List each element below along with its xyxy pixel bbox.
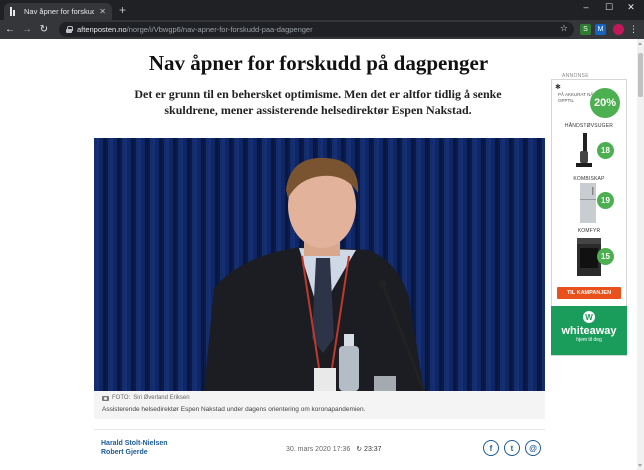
updated-icon: ↻ — [356, 446, 363, 453]
scroll-down-icon[interactable] — [638, 464, 642, 467]
extension-icon[interactable]: M — [595, 24, 606, 35]
site-favicon-icon — [10, 7, 19, 16]
product-label: KOMBISKAP — [573, 176, 605, 182]
profile-avatar[interactable] — [613, 24, 624, 35]
byline-bar: Harald Stolt-Nielsen Robert Gjerde 30. m… — [94, 429, 545, 465]
updated-time-value: 23:37 — [364, 446, 382, 453]
url-host: aftenposten.no — [77, 25, 127, 34]
url-path: /norge/i/Vbwgp6/nav-apner-for-forskudd-p… — [126, 25, 313, 34]
photo-credit-label: FOTO: — [112, 395, 131, 401]
maximize-icon[interactable]: ☐ — [599, 2, 619, 13]
close-tab-icon[interactable]: ✕ — [99, 7, 106, 16]
forward-icon[interactable]: → — [20, 23, 34, 37]
new-tab-icon[interactable]: + — [119, 3, 126, 17]
article-dates: 30. mars 2020 17:36 ↻ 23:37 — [286, 445, 382, 454]
vacuum-image — [576, 133, 592, 167]
close-window-icon[interactable]: ✕ — [621, 2, 641, 13]
extension-icon[interactable]: S — [580, 24, 591, 35]
url-text: aftenposten.no/norge/i/Vbwgp6/nav-apner-… — [77, 25, 313, 34]
discount-badge: 18 — [597, 142, 614, 159]
author-link[interactable]: Harald Stolt-Nielsen — [101, 439, 168, 448]
reload-icon[interactable]: ↻ — [37, 23, 51, 37]
email-share-icon[interactable]: @ — [525, 440, 541, 456]
address-bar[interactable]: aftenposten.no/norge/i/Vbwgp6/nav-apner-… — [59, 22, 574, 37]
ad-close-icon[interactable]: ✱ — [555, 83, 561, 91]
browser-tab-bar: Nav åpner for forskudd på dagpe ✕ + – ☐ … — [0, 0, 644, 20]
ad-brand-banner[interactable]: W whiteaway hjem til deg — [551, 306, 627, 355]
campaign-button[interactable]: TIL KAMPANJEN — [557, 287, 621, 299]
discount-badge: 20% — [590, 88, 620, 118]
camera-icon — [102, 395, 109, 401]
product-label: HÅNDSTØVSUGER — [564, 123, 614, 129]
page-scrollbar[interactable] — [637, 39, 644, 470]
bookmark-star-icon[interactable]: ☆ — [560, 23, 568, 34]
author-list: Harald Stolt-Nielsen Robert Gjerde — [101, 439, 168, 457]
minimize-icon[interactable]: – — [576, 2, 596, 12]
article-lede: Det er grunn til en behersket optimisme.… — [134, 87, 502, 117]
scrollbar-thumb[interactable] — [638, 53, 643, 97]
discount-badge: 15 — [597, 248, 614, 265]
article-headline: Nav åpner for forskudd på dagpenger — [148, 51, 489, 75]
tab-title: Nav åpner for forskudd på dagpe — [24, 7, 95, 16]
published-time: 30. mars 2020 17:36 — [286, 445, 351, 453]
author-link[interactable]: Robert Gjerde — [101, 448, 168, 457]
browser-tab[interactable]: Nav åpner for forskudd på dagpe ✕ — [4, 3, 112, 20]
browser-toolbar: ← → ↻ aftenposten.no/norge/i/Vbwgp6/nav-… — [0, 20, 644, 39]
updated-time: ↻ 23:37 — [356, 445, 381, 453]
twitter-share-icon[interactable]: t — [504, 440, 520, 456]
scroll-up-icon[interactable] — [638, 42, 642, 45]
article-hero-photo[interactable] — [94, 138, 545, 391]
ad-brand-name: whiteaway — [561, 325, 617, 337]
photo-caption-box: FOTO: Siri Øverland Eriksen Assisterende… — [94, 391, 545, 419]
discount-badge: 19 — [597, 192, 614, 209]
back-icon[interactable]: ← — [3, 23, 17, 37]
lock-icon — [66, 26, 73, 33]
photo-credit: FOTO: Siri Øverland Eriksen — [102, 395, 537, 401]
product-label: KOMFYR — [577, 228, 601, 234]
fridge-image — [580, 183, 596, 223]
facebook-share-icon[interactable]: f — [483, 440, 499, 456]
ad-brand-tagline: hjem til deg — [576, 337, 602, 343]
page-content: Nav åpner for forskudd på dagpenger Det … — [0, 39, 637, 470]
whiteaway-logo-icon: W — [583, 311, 595, 323]
ad-top-text: PÅ AKKURAT NÅ OPPTIL — [558, 92, 594, 103]
menu-icon[interactable]: ⋮ — [628, 24, 639, 35]
photo-caption: Assisterende helsedirektør Espen Nakstad… — [102, 406, 366, 413]
hero-photo-image — [94, 138, 545, 391]
photo-credit-name: Siri Øverland Eriksen — [133, 395, 190, 401]
